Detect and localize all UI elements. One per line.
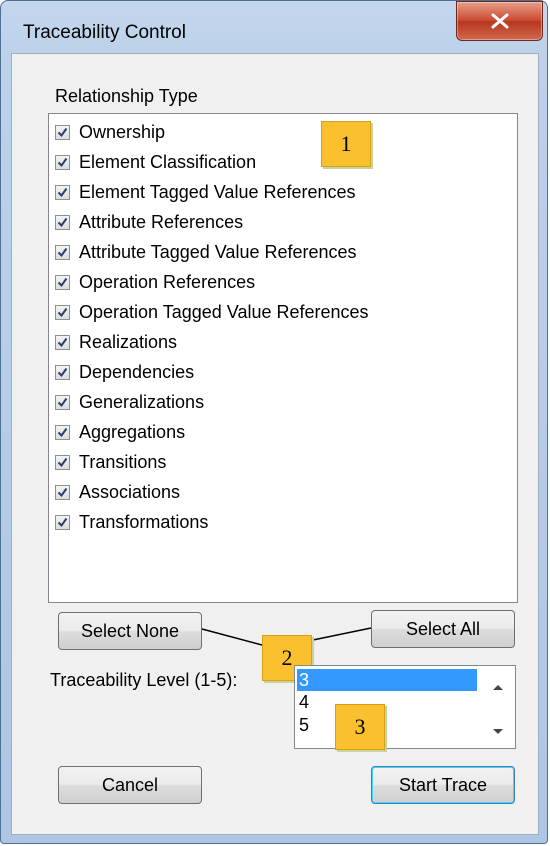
- traceability-level-list[interactable]: 3 4 5: [294, 665, 516, 749]
- level-option-5[interactable]: 5: [297, 714, 477, 736]
- scroll-down-icon[interactable]: [492, 728, 504, 736]
- level-option-4[interactable]: 4: [297, 691, 477, 713]
- callout-3: 3: [335, 704, 385, 750]
- level-option-3[interactable]: 3: [297, 669, 477, 691]
- traceability-level-label: Traceability Level (1-5):: [50, 670, 238, 690]
- start-trace-button[interactable]: Start Trace: [371, 766, 515, 804]
- scroll-up-icon[interactable]: [492, 683, 504, 691]
- cancel-button[interactable]: Cancel: [58, 766, 202, 804]
